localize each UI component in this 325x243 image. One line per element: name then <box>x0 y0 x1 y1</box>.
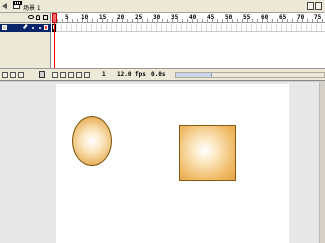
playhead[interactable] <box>52 13 57 23</box>
ruler-label: 10 <box>81 14 89 21</box>
outline-color-icon[interactable] <box>44 25 48 30</box>
scene-label[interactable]: 场景 1 <box>23 3 41 12</box>
onion-skin-icon[interactable] <box>60 72 66 78</box>
onion-skin-outlines-icon[interactable] <box>68 72 74 78</box>
ruler-label: 25 <box>135 14 143 21</box>
timeline-panel: 1 5 10 15 20 25 30 35 40 45 50 55 60 65 … <box>0 13 325 81</box>
layer-row-selected[interactable] <box>0 23 51 32</box>
ruler-label: 45 <box>207 14 215 21</box>
scene-bar: 场景 1 <box>0 0 325 13</box>
vertical-scrollbar[interactable] <box>319 82 325 243</box>
back-arrow-icon[interactable] <box>1 2 9 10</box>
show-hide-eye-icon[interactable] <box>28 15 34 19</box>
current-frame: 1 <box>102 71 106 78</box>
scroll-thumb[interactable] <box>176 73 212 77</box>
scene-clapper-icon <box>13 1 22 9</box>
elapsed-time: 0.0s <box>151 71 166 78</box>
edit-symbol-icon[interactable] <box>315 2 322 10</box>
edit-scene-icon[interactable] <box>307 2 314 10</box>
layers-panel <box>0 13 51 68</box>
ruler-label: 40 <box>189 14 197 21</box>
lock-dot-icon[interactable] <box>39 27 41 29</box>
frame-rate: 12.0 fps <box>117 71 146 78</box>
timeline-status-bar: 1 12.0 fps 0.0s <box>0 68 325 80</box>
layer-icon <box>2 25 7 30</box>
layer-frames[interactable] <box>52 24 325 32</box>
modify-onion-markers-icon[interactable] <box>84 72 90 78</box>
edit-multiple-frames-icon[interactable] <box>76 72 82 78</box>
frame-ruler[interactable]: 1 5 10 15 20 25 30 35 40 45 50 55 60 65 … <box>52 13 325 23</box>
ruler-label: 70 <box>297 14 305 21</box>
ruler-label: 35 <box>171 14 179 21</box>
ruler-label: 5 <box>65 14 69 21</box>
ruler-label: 15 <box>99 14 107 21</box>
timeline-hscrollbar[interactable] <box>175 72 325 78</box>
lock-icon[interactable] <box>36 15 40 20</box>
ruler-label: 60 <box>261 14 269 21</box>
ruler-label: 75 <box>314 14 322 21</box>
center-frame-icon[interactable] <box>52 72 58 78</box>
outline-icon[interactable] <box>43 15 48 20</box>
frames-area[interactable]: 1 5 10 15 20 25 30 35 40 45 50 55 60 65 … <box>52 13 325 68</box>
ruler-label: 55 <box>243 14 251 21</box>
ruler-label: 20 <box>117 14 125 21</box>
pencil-icon <box>22 23 31 32</box>
playhead-line <box>54 23 55 68</box>
scene-right-icons <box>307 2 323 11</box>
stage-square-shape[interactable] <box>179 125 236 181</box>
stage-circle-shape[interactable] <box>72 116 112 166</box>
add-guide-layer-icon[interactable] <box>10 72 16 78</box>
add-folder-icon[interactable] <box>18 72 24 78</box>
ruler-label: 30 <box>153 14 161 21</box>
visibility-dot-icon[interactable] <box>32 27 34 29</box>
delete-layer-icon[interactable] <box>39 71 45 78</box>
ruler-label: 50 <box>225 14 233 21</box>
layers-header <box>0 13 51 23</box>
work-area <box>0 82 325 243</box>
ruler-label: 65 <box>279 14 287 21</box>
add-layer-icon[interactable] <box>2 72 8 78</box>
